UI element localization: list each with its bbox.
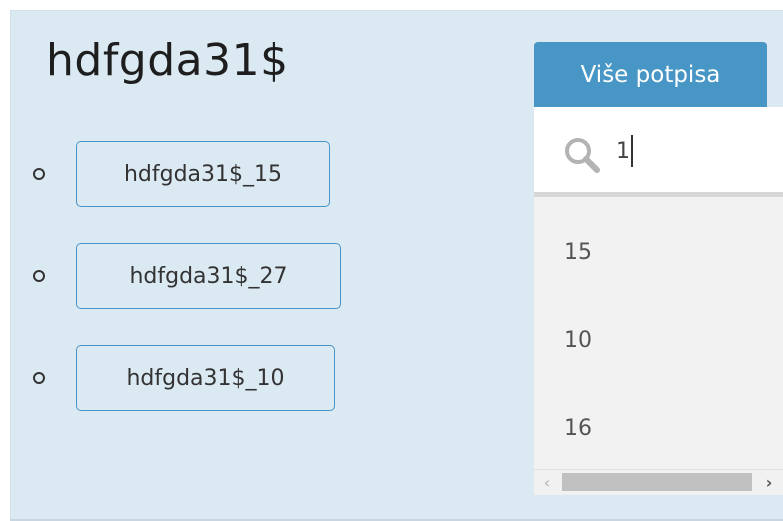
signature-dropdown: 15 10 16 ‹ ›: [534, 107, 783, 495]
horizontal-scrollbar[interactable]: ‹ ›: [534, 469, 783, 495]
bullet-icon: [33, 168, 45, 180]
signature-chip-1[interactable]: hdfgda31$_15: [76, 141, 330, 207]
panel-title: hdfgda31$: [46, 35, 289, 86]
search-icon: [565, 138, 600, 173]
signatures-panel: hdfgda31$ hdfgda31$_15 hdfgda31$_27 hdfg…: [10, 10, 783, 519]
bullet-icon: [33, 270, 45, 282]
more-signatures-button[interactable]: Više potpisa: [534, 42, 767, 107]
scroll-left-icon[interactable]: ‹: [538, 470, 556, 495]
dropdown-option-3[interactable]: 16: [534, 398, 783, 458]
signature-chip-2[interactable]: hdfgda31$_27: [76, 243, 341, 309]
scroll-right-icon[interactable]: ›: [760, 470, 778, 495]
scrollbar-thumb[interactable]: [562, 473, 752, 491]
text-caret: [631, 135, 633, 167]
search-row: [534, 107, 783, 197]
search-input[interactable]: [616, 133, 766, 169]
dropdown-option-1[interactable]: 15: [534, 222, 783, 282]
dropdown-option-2[interactable]: 10: [534, 310, 783, 370]
signature-chip-3[interactable]: hdfgda31$_10: [76, 345, 335, 411]
bullet-icon: [33, 372, 45, 384]
